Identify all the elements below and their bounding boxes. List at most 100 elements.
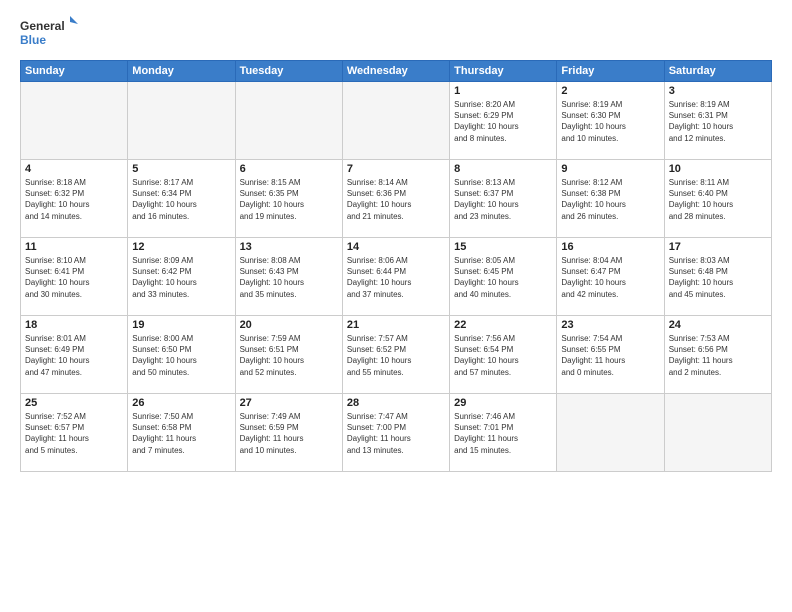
day-number: 19 bbox=[132, 319, 230, 331]
day-number: 1 bbox=[454, 85, 552, 97]
calendar-cell: 11 Sunrise: 8:10 AMSunset: 6:41 PMDayligh… bbox=[21, 238, 128, 316]
day-info: Sunrise: 7:57 AMSunset: 6:52 PMDaylight:… bbox=[347, 333, 445, 378]
day-number: 22 bbox=[454, 319, 552, 331]
day-info: Sunrise: 7:49 AMSunset: 6:59 PMDaylight:… bbox=[240, 411, 338, 456]
calendar-cell bbox=[557, 394, 664, 472]
calendar-cell: 6 Sunrise: 8:15 AMSunset: 6:35 PMDaylight… bbox=[235, 160, 342, 238]
day-info: Sunrise: 8:19 AMSunset: 6:30 PMDaylight:… bbox=[561, 99, 659, 144]
week-row-2: 11 Sunrise: 8:10 AMSunset: 6:41 PMDayligh… bbox=[21, 238, 772, 316]
day-number: 16 bbox=[561, 241, 659, 253]
calendar-table: SundayMondayTuesdayWednesdayThursdayFrid… bbox=[20, 60, 772, 472]
day-info: Sunrise: 8:09 AMSunset: 6:42 PMDaylight:… bbox=[132, 255, 230, 300]
day-info: Sunrise: 7:50 AMSunset: 6:58 PMDaylight:… bbox=[132, 411, 230, 456]
day-info: Sunrise: 8:10 AMSunset: 6:41 PMDaylight:… bbox=[25, 255, 123, 300]
day-info: Sunrise: 7:52 AMSunset: 6:57 PMDaylight:… bbox=[25, 411, 123, 456]
day-number: 8 bbox=[454, 163, 552, 175]
calendar-cell: 3 Sunrise: 8:19 AMSunset: 6:31 PMDaylight… bbox=[664, 82, 771, 160]
day-number: 13 bbox=[240, 241, 338, 253]
calendar-cell: 21 Sunrise: 7:57 AMSunset: 6:52 PMDayligh… bbox=[342, 316, 449, 394]
weekday-header-friday: Friday bbox=[557, 61, 664, 82]
weekday-header-sunday: Sunday bbox=[21, 61, 128, 82]
calendar-cell: 16 Sunrise: 8:04 AMSunset: 6:47 PMDayligh… bbox=[557, 238, 664, 316]
calendar-cell: 12 Sunrise: 8:09 AMSunset: 6:42 PMDayligh… bbox=[128, 238, 235, 316]
day-number: 20 bbox=[240, 319, 338, 331]
day-number: 29 bbox=[454, 397, 552, 409]
svg-text:Blue: Blue bbox=[20, 33, 46, 47]
calendar-cell: 20 Sunrise: 7:59 AMSunset: 6:51 PMDayligh… bbox=[235, 316, 342, 394]
day-number: 15 bbox=[454, 241, 552, 253]
day-number: 25 bbox=[25, 397, 123, 409]
calendar-cell: 28Sunrise: 7:47 AMSunset: 7:00 PMDayligh… bbox=[342, 394, 449, 472]
calendar-cell: 15 Sunrise: 8:05 AMSunset: 6:45 PMDayligh… bbox=[450, 238, 557, 316]
day-number: 21 bbox=[347, 319, 445, 331]
day-info: Sunrise: 8:19 AMSunset: 6:31 PMDaylight:… bbox=[669, 99, 767, 144]
weekday-header-saturday: Saturday bbox=[664, 61, 771, 82]
calendar-cell: 10 Sunrise: 8:11 AMSunset: 6:40 PMDayligh… bbox=[664, 160, 771, 238]
calendar-cell: 18 Sunrise: 8:01 AMSunset: 6:49 PMDayligh… bbox=[21, 316, 128, 394]
day-number: 3 bbox=[669, 85, 767, 97]
calendar-cell: 4 Sunrise: 8:18 AMSunset: 6:32 PMDaylight… bbox=[21, 160, 128, 238]
day-number: 6 bbox=[240, 163, 338, 175]
day-number: 27 bbox=[240, 397, 338, 409]
calendar-cell: 7Sunrise: 8:14 AMSunset: 6:36 PMDaylight… bbox=[342, 160, 449, 238]
calendar-cell: 1 Sunrise: 8:20 AMSunset: 6:29 PMDaylight… bbox=[450, 82, 557, 160]
day-info: Sunrise: 7:46 AMSunset: 7:01 PMDaylight:… bbox=[454, 411, 552, 456]
day-number: 14 bbox=[347, 241, 445, 253]
calendar-cell: 29 Sunrise: 7:46 AMSunset: 7:01 PMDayligh… bbox=[450, 394, 557, 472]
day-info: Sunrise: 8:03 AMSunset: 6:48 PMDaylight:… bbox=[669, 255, 767, 300]
weekday-header-wednesday: Wednesday bbox=[342, 61, 449, 82]
day-number: 26 bbox=[132, 397, 230, 409]
weekday-header-monday: Monday bbox=[128, 61, 235, 82]
page: GeneralBlue SundayMondayTuesdayWednesday… bbox=[0, 0, 792, 612]
day-info: Sunrise: 8:11 AMSunset: 6:40 PMDaylight:… bbox=[669, 177, 767, 222]
calendar-cell: 5 Sunrise: 8:17 AMSunset: 6:34 PMDaylight… bbox=[128, 160, 235, 238]
day-info: Sunrise: 8:13 AMSunset: 6:37 PMDaylight:… bbox=[454, 177, 552, 222]
day-info: Sunrise: 8:15 AMSunset: 6:35 PMDaylight:… bbox=[240, 177, 338, 222]
day-info: Sunrise: 8:05 AMSunset: 6:45 PMDaylight:… bbox=[454, 255, 552, 300]
calendar-cell: 25 Sunrise: 7:52 AMSunset: 6:57 PMDayligh… bbox=[21, 394, 128, 472]
day-number: 4 bbox=[25, 163, 123, 175]
day-number: 7 bbox=[347, 163, 445, 175]
day-info: Sunrise: 7:53 AMSunset: 6:56 PMDaylight:… bbox=[669, 333, 767, 378]
day-number: 12 bbox=[132, 241, 230, 253]
calendar-cell: 22 Sunrise: 7:56 AMSunset: 6:54 PMDayligh… bbox=[450, 316, 557, 394]
day-number: 10 bbox=[669, 163, 767, 175]
day-info: Sunrise: 8:18 AMSunset: 6:32 PMDaylight:… bbox=[25, 177, 123, 222]
calendar-cell: 14 Sunrise: 8:06 AMSunset: 6:44 PMDayligh… bbox=[342, 238, 449, 316]
weekday-header-thursday: Thursday bbox=[450, 61, 557, 82]
day-number: 18 bbox=[25, 319, 123, 331]
day-info: Sunrise: 8:06 AMSunset: 6:44 PMDaylight:… bbox=[347, 255, 445, 300]
day-number: 2 bbox=[561, 85, 659, 97]
day-number: 9 bbox=[561, 163, 659, 175]
svg-text:General: General bbox=[20, 19, 65, 33]
logo: GeneralBlue bbox=[20, 16, 80, 52]
week-row-1: 4 Sunrise: 8:18 AMSunset: 6:32 PMDaylight… bbox=[21, 160, 772, 238]
day-number: 5 bbox=[132, 163, 230, 175]
day-info: Sunrise: 7:59 AMSunset: 6:51 PMDaylight:… bbox=[240, 333, 338, 378]
week-row-3: 18 Sunrise: 8:01 AMSunset: 6:49 PMDayligh… bbox=[21, 316, 772, 394]
day-number: 24 bbox=[669, 319, 767, 331]
day-info: Sunrise: 8:12 AMSunset: 6:38 PMDaylight:… bbox=[561, 177, 659, 222]
day-number: 11 bbox=[25, 241, 123, 253]
day-info: Sunrise: 8:20 AMSunset: 6:29 PMDaylight:… bbox=[454, 99, 552, 144]
day-info: Sunrise: 8:08 AMSunset: 6:43 PMDaylight:… bbox=[240, 255, 338, 300]
day-info: Sunrise: 7:47 AMSunset: 7:00 PMDaylight:… bbox=[347, 411, 445, 456]
day-number: 17 bbox=[669, 241, 767, 253]
calendar-cell: 23 Sunrise: 7:54 AMSunset: 6:55 PMDayligh… bbox=[557, 316, 664, 394]
day-info: Sunrise: 7:54 AMSunset: 6:55 PMDaylight:… bbox=[561, 333, 659, 378]
header-row: GeneralBlue bbox=[20, 16, 772, 52]
day-info: Sunrise: 8:01 AMSunset: 6:49 PMDaylight:… bbox=[25, 333, 123, 378]
day-info: Sunrise: 8:00 AMSunset: 6:50 PMDaylight:… bbox=[132, 333, 230, 378]
calendar-cell: 17 Sunrise: 8:03 AMSunset: 6:48 PMDayligh… bbox=[664, 238, 771, 316]
calendar-cell: 9 Sunrise: 8:12 AMSunset: 6:38 PMDaylight… bbox=[557, 160, 664, 238]
calendar-cell: 19 Sunrise: 8:00 AMSunset: 6:50 PMDayligh… bbox=[128, 316, 235, 394]
day-info: Sunrise: 8:04 AMSunset: 6:47 PMDaylight:… bbox=[561, 255, 659, 300]
calendar-cell: 26 Sunrise: 7:50 AMSunset: 6:58 PMDayligh… bbox=[128, 394, 235, 472]
calendar-cell: 13 Sunrise: 8:08 AMSunset: 6:43 PMDayligh… bbox=[235, 238, 342, 316]
day-number: 23 bbox=[561, 319, 659, 331]
calendar-cell bbox=[664, 394, 771, 472]
day-info: Sunrise: 7:56 AMSunset: 6:54 PMDaylight:… bbox=[454, 333, 552, 378]
week-row-4: 25 Sunrise: 7:52 AMSunset: 6:57 PMDayligh… bbox=[21, 394, 772, 472]
day-info: Sunrise: 8:17 AMSunset: 6:34 PMDaylight:… bbox=[132, 177, 230, 222]
weekday-header-tuesday: Tuesday bbox=[235, 61, 342, 82]
